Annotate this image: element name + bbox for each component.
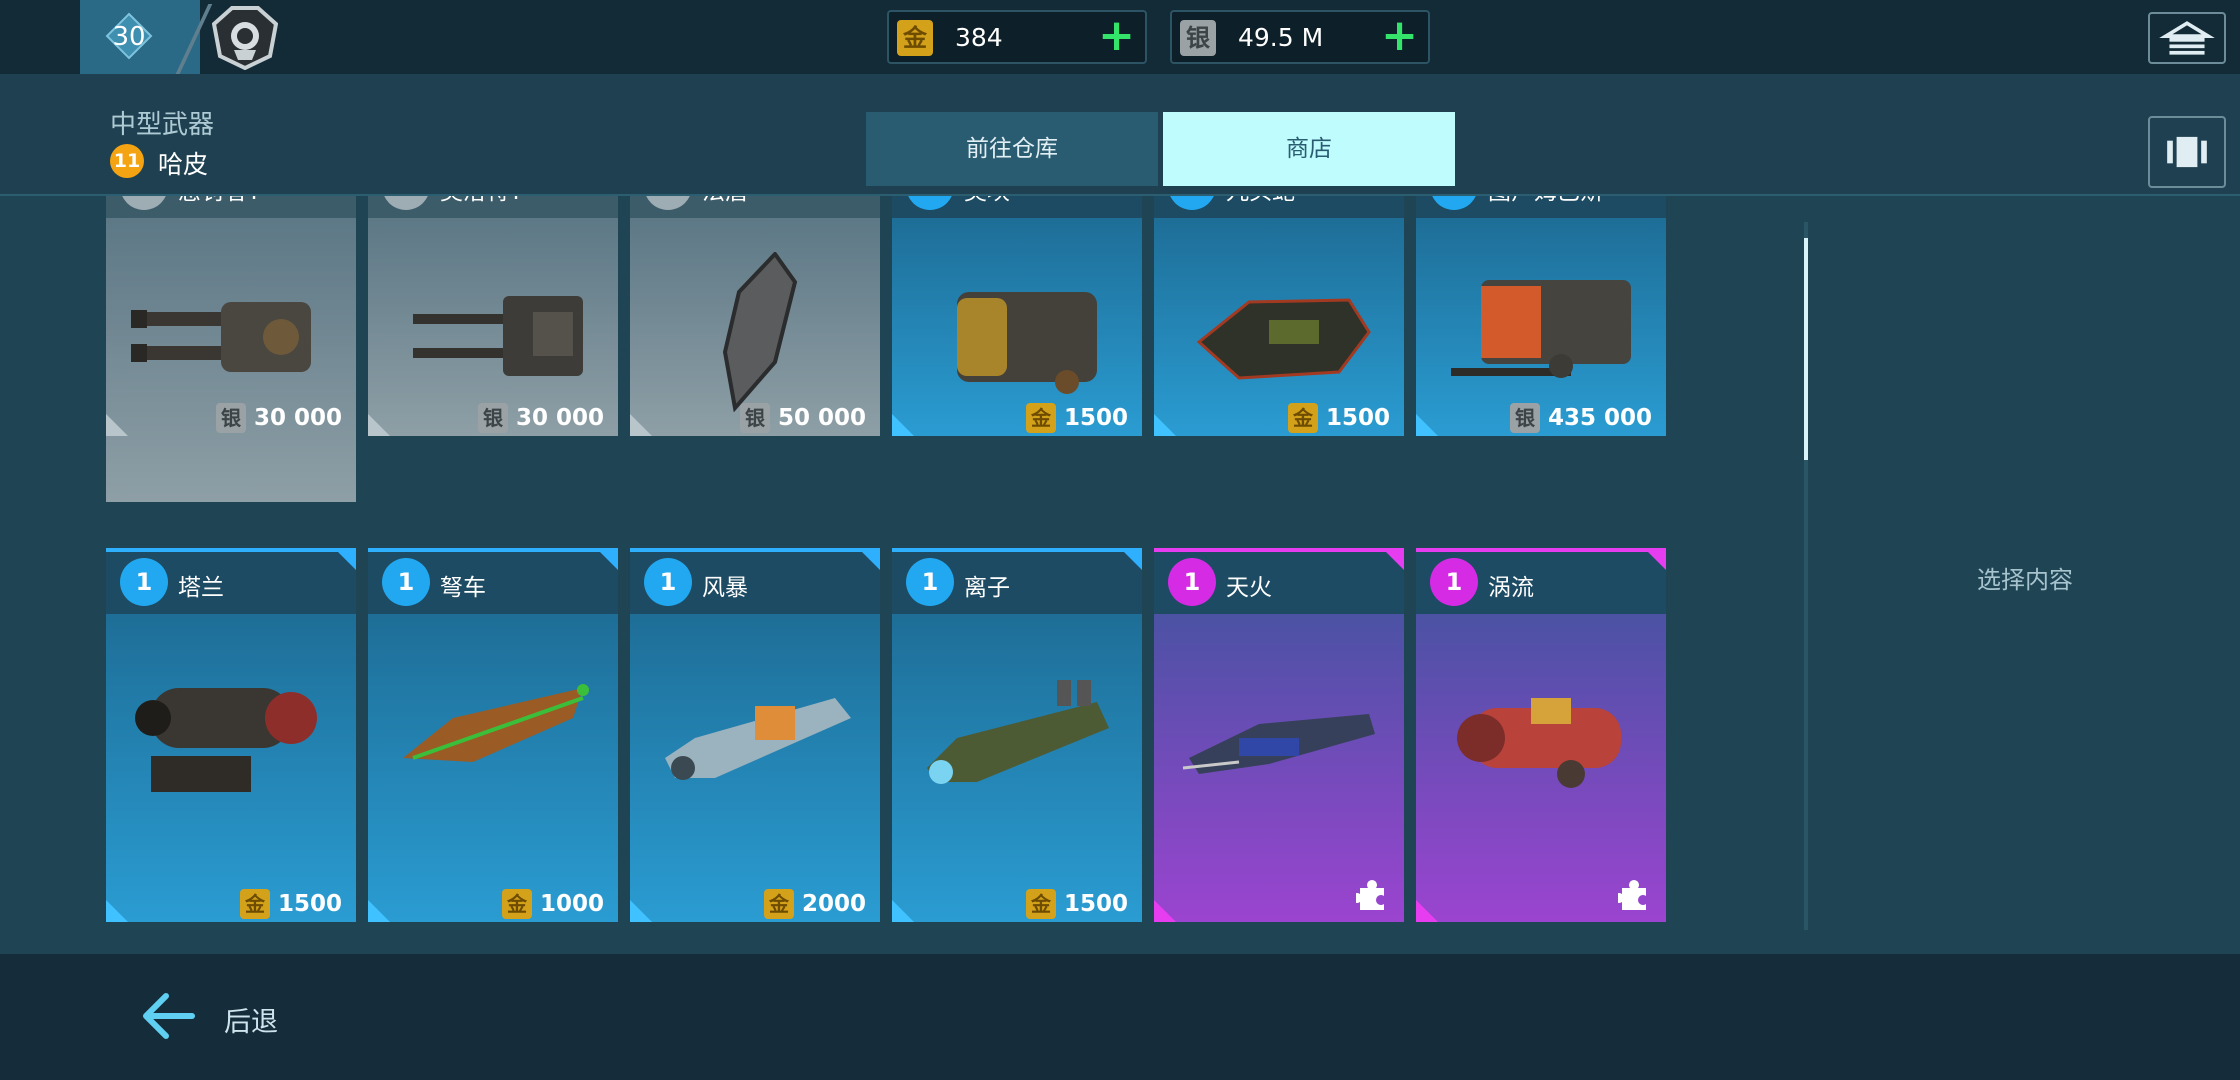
weapon-card[interactable]: 1 天火 [1154, 548, 1404, 922]
storm-weapon-icon [665, 698, 851, 780]
card-view-icon [2167, 136, 2207, 168]
price-value: 1500 [1325, 405, 1390, 431]
gold-icon: 金 [1025, 889, 1056, 919]
price-value: 2000 [801, 891, 866, 917]
silver-icon: 银 [1180, 20, 1216, 56]
back-arrow-icon [143, 993, 195, 1039]
weapon-name: 法盾 [702, 196, 748, 206]
weapon-name: 图卢姆巴斯 [1488, 196, 1603, 206]
gold-icon: 金 [501, 889, 532, 919]
gold-icon: 金 [1287, 403, 1318, 433]
player-level: 30 [112, 22, 146, 52]
weapon-card[interactable]: 1 风暴 金 2000 [630, 548, 880, 922]
skyfire-weapon-icon [1182, 714, 1375, 774]
garage-button[interactable] [2148, 12, 2226, 64]
price-tag: 金 1500 [1025, 402, 1128, 434]
weapon-level-badge: 1 [1168, 558, 1216, 606]
silver-icon: 银 [215, 403, 246, 433]
gold-currency: 金 384 + [887, 10, 1147, 64]
ballista-weapon-icon [403, 684, 589, 762]
weapon-level-badge: 1 [120, 558, 168, 606]
puzzle-icon [1356, 880, 1384, 910]
price-value: 1000 [539, 891, 604, 917]
weapon-name: 弩车 [440, 575, 486, 601]
garage-icon [2159, 21, 2215, 55]
weapon-level-badge: 1 [1430, 558, 1478, 606]
gold-icon: 金 [239, 889, 270, 919]
price-tag: 金 1500 [239, 888, 342, 920]
tulumbas-weapon-icon [1451, 280, 1631, 378]
weapon-card[interactable]: 1 九头蛇 金 1500 [1154, 196, 1404, 436]
price-tag: 银 50 000 [739, 402, 866, 434]
gold-icon: 金 [897, 20, 933, 56]
tab-shop[interactable]: 商店 [1163, 112, 1455, 186]
twin-cannon-weapon-icon [413, 296, 583, 376]
weapon-name: 天火 [1226, 575, 1272, 601]
weapon-name: 塔兰 [178, 575, 224, 601]
weapon-card[interactable]: 1 离子 金 1500 [892, 548, 1142, 922]
category-title: 中型武器 [110, 110, 215, 140]
price-value: 1500 [1063, 891, 1128, 917]
add-gold-button[interactable]: + [1098, 14, 1135, 58]
gold-amount: 384 [955, 23, 1003, 52]
weapon-name: 九头蛇 [1226, 196, 1295, 206]
taran-weapon-icon [135, 688, 317, 792]
weapon-card[interactable]: 1 弩车 金 1000 [368, 548, 618, 922]
weapon-name: 惩罚者T [178, 196, 261, 206]
weapon-name: 离子 [964, 575, 1010, 601]
weapon-level-badge: 1 [906, 558, 954, 606]
gold-icon: 金 [1025, 403, 1056, 433]
rank-shield-icon[interactable] [212, 6, 278, 70]
vortex-weapon-icon [1457, 698, 1621, 788]
silver-amount: 49.5 M [1238, 23, 1324, 52]
weapon-name: 奥坎 [964, 196, 1010, 206]
silver-currency: 银 49.5 M + [1170, 10, 1430, 64]
ion-weapon-icon [927, 680, 1109, 784]
price-value: 50 000 [777, 405, 866, 431]
scrollbar-thumb[interactable] [1804, 238, 1808, 460]
hydra-weapon-icon [1196, 298, 1371, 380]
add-silver-button[interactable]: + [1381, 14, 1418, 58]
price-tag: 银 30 000 [215, 402, 342, 434]
price-tag: 金 1500 [1025, 888, 1128, 920]
bottom-bar [0, 954, 2240, 1080]
price-tag: 金 2000 [763, 888, 866, 920]
detail-placeholder: 选择内容 [1977, 566, 2073, 594]
price-value: 30 000 [253, 405, 342, 431]
launcher-weapon-icon [957, 292, 1097, 394]
back-label: 后退 [224, 1007, 278, 1038]
back-button[interactable]: 后退 [140, 986, 300, 1046]
layout-toggle-button[interactable] [2148, 116, 2226, 188]
weapon-name: 奥洛特T [440, 196, 523, 206]
price-tag: 金 1500 [1287, 402, 1390, 434]
shield-weapon-icon [722, 252, 798, 412]
silver-icon: 银 [739, 403, 770, 433]
tab-warehouse[interactable]: 前往仓库 [866, 112, 1158, 186]
price-value: 1500 [277, 891, 342, 917]
weapon-name: 风暴 [702, 575, 748, 601]
weapon-grid: 1 惩罚者T 银 30 000 1 奥洛特T 银 30 000 3 法盾 [0, 196, 1790, 924]
weapon-name: 涡流 [1488, 575, 1534, 601]
price-value: 1500 [1063, 405, 1128, 431]
weapon-level-badge: 1 [644, 558, 692, 606]
price-value: 30 000 [515, 405, 604, 431]
subcategory-name: 哈皮 [158, 150, 209, 179]
weapon-card[interactable]: 5 图卢姆巴斯 银 435 000 [1416, 196, 1666, 436]
silver-icon: 银 [477, 403, 508, 433]
weapon-card[interactable]: 1 塔兰 金 1500 [106, 548, 356, 922]
weapon-card[interactable]: 5 奥坎 金 1500 [892, 196, 1142, 436]
weapon-card[interactable]: 3 法盾 银 50 000 [630, 196, 880, 436]
price-tag: 金 1000 [501, 888, 604, 920]
weapon-level-badge: 1 [382, 558, 430, 606]
price-tag: 银 435 000 [1509, 402, 1652, 434]
minigun-weapon-icon [131, 302, 311, 372]
weapon-card[interactable]: 1 奥洛特T 银 30 000 [368, 196, 618, 436]
silver-icon: 银 [1509, 403, 1540, 433]
puzzle-icon [1618, 880, 1646, 910]
gold-icon: 金 [763, 889, 794, 919]
price-tag: 银 30 000 [477, 402, 604, 434]
weapon-card[interactable]: 1 涡流 [1416, 548, 1666, 922]
price-value: 435 000 [1547, 405, 1652, 431]
subcategory-level-badge: 11 [110, 144, 144, 178]
